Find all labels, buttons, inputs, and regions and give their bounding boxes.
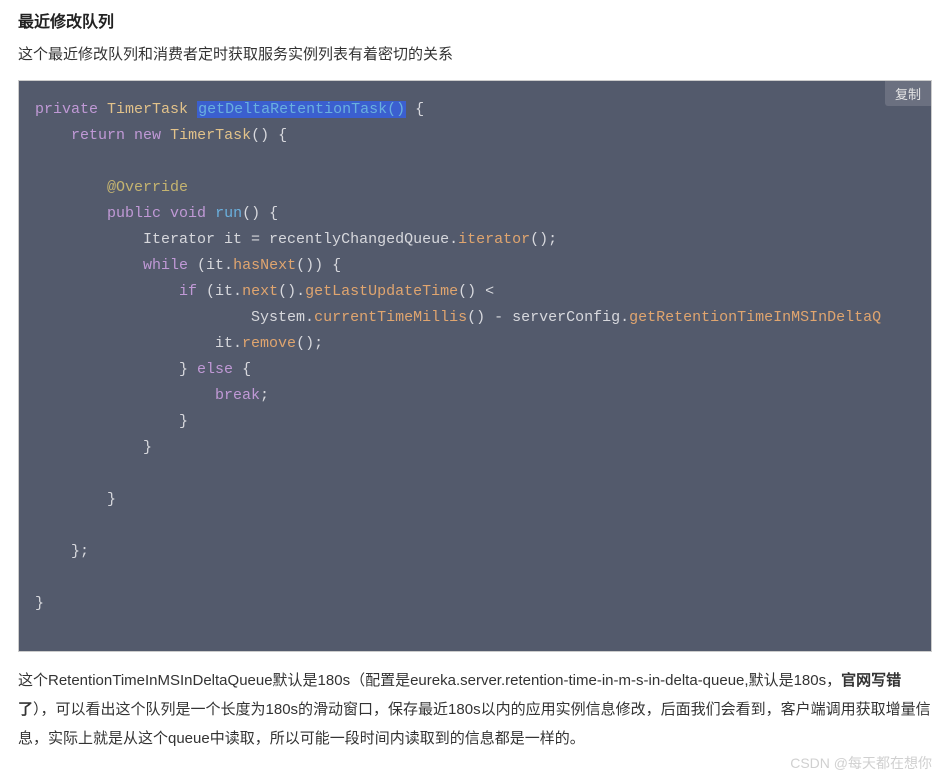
code-content: private TimerTask getDeltaRetentionTask(… [19,81,931,651]
copy-button[interactable]: 复制 [885,81,931,106]
section-title: 最近修改队列 [18,8,932,32]
code-block: 复制 private TimerTask getDeltaRetentionTa… [18,80,932,652]
explanation-paragraph: 这个RetentionTimeInMSInDeltaQueue默认是180s（配… [18,666,932,754]
highlighted-method: getDeltaRetentionTask() [197,101,406,118]
intro-paragraph: 这个最近修改队列和消费者定时获取服务实例列表有着密切的关系 [18,42,932,68]
code-scroll-area[interactable]: private TimerTask getDeltaRetentionTask(… [19,81,931,651]
